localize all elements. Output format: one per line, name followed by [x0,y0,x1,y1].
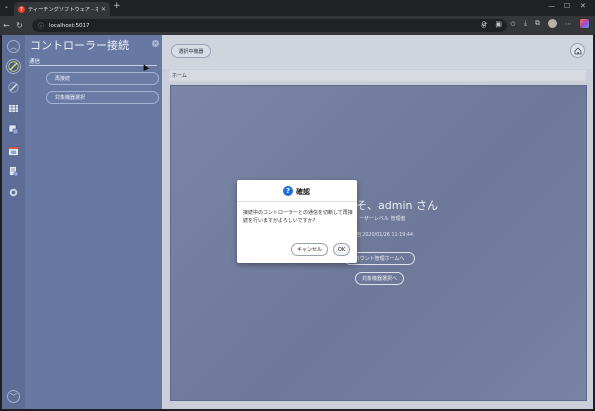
pencil-icon[interactable] [6,80,21,95]
last-login-text: 回 2020/01/26 11:19:44 [356,233,414,238]
minimize-icon[interactable]: — [548,2,555,10]
hand-pointer-icon[interactable] [6,122,21,137]
panel-section-label: 通信 [29,59,41,65]
cancel-button[interactable]: キャンセル [291,243,328,256]
rail-scroll-up-icon[interactable]: ︿ [7,40,20,53]
reconnect-button[interactable]: 再接続 [46,72,159,85]
close-window-icon[interactable]: ✕ [580,2,586,10]
icon-rail: ︿ ﹀ [2,35,25,409]
extensions-icon[interactable]: ▣ [495,20,502,28]
breadcrumb: ホーム [169,70,586,81]
more-menu-icon[interactable]: ⋯ [565,20,572,28]
dialog-divider [237,201,357,202]
select-device-button[interactable]: 対象機器選択 [46,91,159,104]
device-select-link-button[interactable]: 対象機器選択へ [355,272,404,285]
browser-tabstrip: ⌄ T ティーチングソフトウェア - ホーム ✕ + — ☐ ✕ [0,0,595,16]
ok-button[interactable]: OK [333,243,350,256]
tab-menu-chevron-icon[interactable]: ⌄ [4,3,9,10]
pen-icon[interactable] [6,59,21,74]
document-icon[interactable] [6,164,21,179]
favorites-icon[interactable]: ✩ [510,20,516,28]
top-row: 選択中機器 [162,35,593,69]
question-icon: ? [283,186,293,196]
copilot-icon[interactable] [580,19,589,28]
url-text: localhost:5017 [49,22,90,29]
browser-toolbar: ← ↻ ⓘ localhost:5017 ⊕ ☆ ⟳ ▣ ✩ ⤓ ⧉ ⋯ [0,16,595,35]
address-bar[interactable]: ⓘ localhost:5017 ⊕ ☆ [32,19,507,32]
sync-icon[interactable]: ⟳ [482,20,488,28]
tab-title: ティーチングソフトウェア - ホーム [28,6,98,13]
connection-panel: コントローラー接続 ✕ 通信 再接続 対象機器選択 [25,35,162,409]
close-tab-icon[interactable]: ✕ [101,6,106,13]
dialog-message: 接続中のコントローラーとの通信を切断して再接続を行いますがよろしいですか? [243,210,353,224]
rail-scroll-down-icon[interactable]: ﹀ [7,390,20,403]
back-icon[interactable]: ← [0,21,13,30]
profile-avatar[interactable] [548,19,557,28]
main-area: 選択中機器 ホーム そ、admin さん ーザーレベル 管理者 回 2020/0… [162,35,593,409]
grid-icon[interactable] [6,101,21,116]
panel-title: コントローラー接続 [30,39,129,52]
download-icon[interactable]: ⤓ [524,19,527,28]
calendar-icon[interactable] [6,143,21,158]
panel-divider [29,65,157,66]
collections-icon[interactable]: ⧉ [535,19,540,28]
panel-close-icon[interactable]: ✕ [152,40,159,47]
confirm-dialog: ? 確認 接続中のコントローラーとの通信を切断して再接続を行いますがよろしいです… [237,180,357,263]
welcome-heading: そ、admin さん [356,199,438,212]
home-content: そ、admin さん ーザーレベル 管理者 回 2020/01/26 11:19… [170,85,587,401]
home-icon[interactable] [570,43,585,58]
dialog-title: 確認 [296,188,310,196]
browser-tab[interactable]: T ティーチングソフトウェア - ホーム ✕ [14,2,110,16]
maximize-icon[interactable]: ☐ [564,2,570,10]
user-level-text: ーザーレベル 管理者 [359,216,406,222]
favicon-icon: T [18,5,25,13]
site-info-icon[interactable]: ⓘ [38,21,44,30]
selected-device-button[interactable]: 選択中機器 [171,44,211,58]
settings-icon[interactable] [6,185,21,200]
new-tab-icon[interactable]: + [113,1,121,11]
reload-icon[interactable]: ↻ [13,21,26,30]
